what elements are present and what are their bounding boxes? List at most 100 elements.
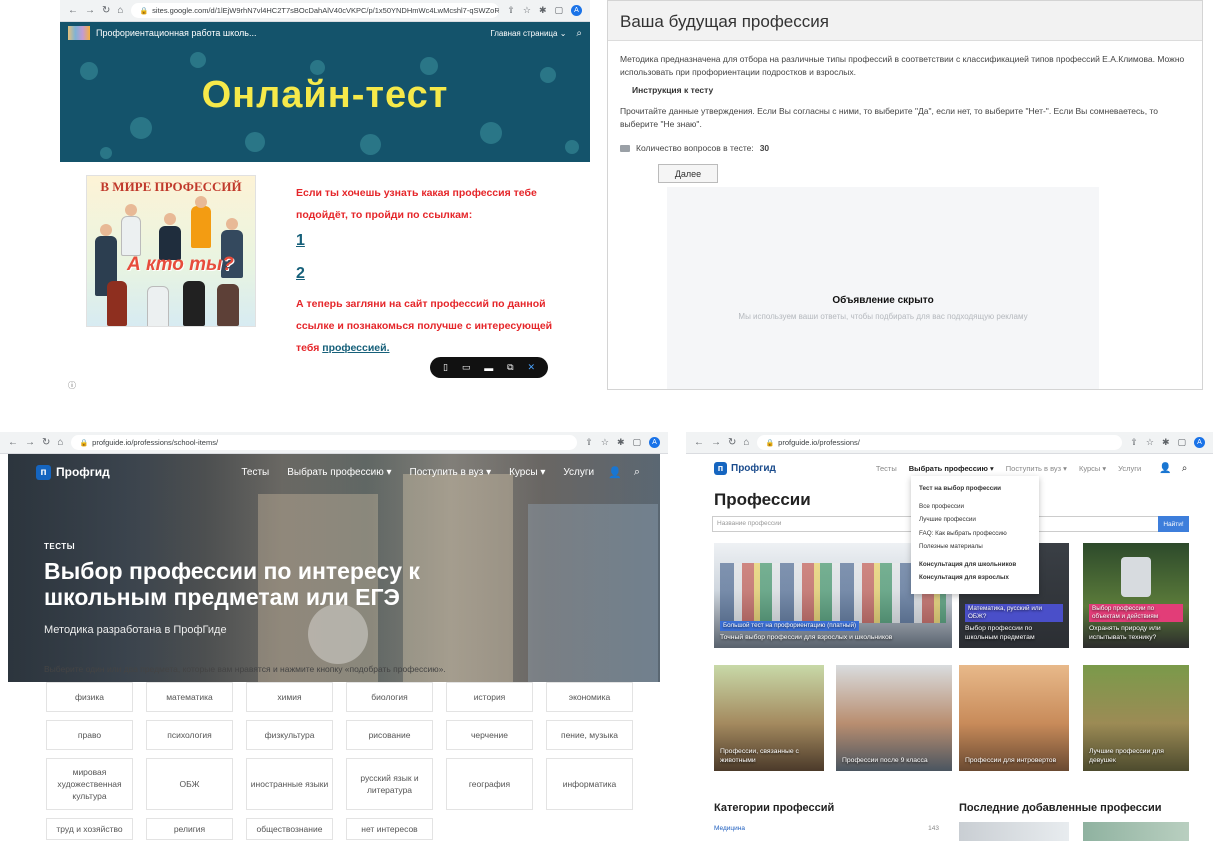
search-icon[interactable]: ⌕ — [576, 28, 582, 39]
test-link-1[interactable]: 1 — [296, 232, 305, 250]
profile-avatar[interactable]: A — [649, 437, 660, 448]
subject-button[interactable]: физика — [46, 682, 133, 712]
info-icon[interactable]: ⓘ — [68, 380, 76, 390]
site-logo[interactable] — [68, 26, 90, 40]
close-icon[interactable]: ✕ — [527, 362, 535, 373]
subject-button[interactable]: ОБЖ — [146, 758, 233, 810]
dropdown-item[interactable]: Все профессии — [919, 500, 1031, 514]
dropdown-item[interactable]: Лучшие профессии — [919, 513, 1031, 527]
home-icon[interactable]: ⌂ — [117, 5, 123, 16]
site-logo[interactable]: п Профгид — [714, 461, 776, 475]
window-icon[interactable]: ▢ — [1177, 437, 1186, 448]
category-row[interactable]: Медицина 143 — [714, 825, 939, 832]
nav-services[interactable]: Услуги — [1118, 464, 1141, 473]
search-button[interactable]: Найти! — [1158, 516, 1189, 532]
subject-button[interactable]: экономика — [546, 682, 633, 712]
forward-icon[interactable]: → — [25, 437, 35, 448]
nav-choose-profession[interactable]: Выбрать профессию ▾ — [287, 467, 391, 478]
subject-button[interactable]: русский язык и литература — [346, 758, 433, 810]
phone-icon[interactable]: ▯ — [443, 362, 448, 373]
subject-button[interactable]: биология — [346, 682, 433, 712]
tablet-icon[interactable]: ▭ — [462, 362, 471, 373]
profile-avatar[interactable]: A — [571, 5, 582, 16]
dropdown-item[interactable]: Тест на выбор профессии — [919, 482, 1031, 496]
window-icon[interactable]: ▢ — [632, 437, 641, 448]
share-icon[interactable]: ⇪ — [1130, 437, 1138, 448]
star-icon[interactable]: ☆ — [1146, 437, 1154, 448]
user-icon[interactable]: 👤 — [608, 466, 622, 479]
latest-profession-thumb[interactable] — [959, 822, 1069, 841]
site-title[interactable]: Профориентационная работа школь... — [96, 28, 490, 38]
share-icon[interactable]: ⇪ — [507, 5, 515, 16]
dropdown-item[interactable]: Консультация для школьников — [919, 558, 1031, 572]
subject-button[interactable]: психология — [146, 720, 233, 750]
subject-button[interactable]: география — [446, 758, 533, 810]
test-link-2[interactable]: 2 — [296, 265, 305, 283]
dropdown-item[interactable]: Консультация для взрослых — [919, 571, 1031, 585]
choose-profession-dropdown: Тест на выбор профессии Все профессии Лу… — [911, 476, 1039, 594]
reload-icon[interactable]: ↻ — [728, 437, 736, 448]
address-bar[interactable]: 🔒 profguide.io/professions/school-items/ — [71, 435, 578, 450]
professions-link[interactable]: профессией. — [322, 342, 389, 354]
extensions-icon[interactable]: ✱ — [539, 5, 547, 16]
nav-university[interactable]: Поступить в вуз ▾ — [410, 467, 492, 478]
share-icon[interactable]: ⇪ — [585, 437, 593, 448]
subject-button[interactable]: рисование — [346, 720, 433, 750]
subject-button[interactable]: информатика — [546, 758, 633, 810]
nav-tests[interactable]: Тесты — [876, 464, 897, 473]
address-bar[interactable]: 🔒 profguide.io/professions/ — [757, 435, 1123, 450]
subject-button[interactable]: право — [46, 720, 133, 750]
subject-button[interactable]: мировая художественная культура — [46, 758, 133, 810]
star-icon[interactable]: ☆ — [523, 5, 531, 16]
subject-button[interactable]: иностранные языки — [246, 758, 333, 810]
back-icon[interactable]: ← — [68, 5, 78, 16]
subject-button[interactable]: нет интересов — [346, 818, 433, 840]
nav-choose-profession[interactable]: Выбрать профессию ▾ — [909, 464, 994, 473]
subject-button[interactable]: физкультура — [246, 720, 333, 750]
dropdown-item[interactable]: Полезные материалы — [919, 540, 1031, 554]
nav-services[interactable]: Услуги — [563, 467, 594, 478]
card-objects-actions[interactable]: Выбор профессии по объектам и действиям О… — [1083, 543, 1189, 648]
dropdown-item[interactable]: FAQ: Как выбрать профессию — [919, 527, 1031, 541]
nav-home-link[interactable]: Главная страница ⌄ — [490, 29, 566, 38]
user-icon[interactable]: 👤 — [1159, 463, 1171, 474]
back-icon[interactable]: ← — [694, 437, 704, 448]
search-icon[interactable]: ⌕ — [1182, 463, 1188, 474]
card-introverts[interactable]: Профессии для интровертов — [959, 665, 1069, 771]
address-bar[interactable]: 🔒 sites.google.com/d/1lEjW9rhN7vl4HC2T7sB… — [131, 3, 500, 18]
back-icon[interactable]: ← — [8, 437, 18, 448]
profile-avatar[interactable]: A — [1194, 437, 1205, 448]
desktop-icon[interactable]: ▬ — [484, 363, 493, 373]
category-name[interactable]: Медицина — [714, 825, 745, 832]
subject-button[interactable]: пение, музыка — [546, 720, 633, 750]
next-button[interactable]: Далее — [658, 164, 718, 183]
subject-button[interactable]: религия — [146, 818, 233, 840]
subject-button[interactable]: математика — [146, 682, 233, 712]
preview-icon[interactable]: ⧉ — [507, 362, 513, 373]
card-after-9th-grade[interactable]: Профессии после 9 класса — [836, 665, 952, 771]
home-icon[interactable]: ⌂ — [57, 437, 63, 448]
reload-icon[interactable]: ↻ — [42, 437, 50, 448]
home-icon[interactable]: ⌂ — [743, 437, 749, 448]
card-girls[interactable]: Лучшие профессии для девушек — [1083, 665, 1189, 771]
nav-university[interactable]: Поступить в вуз ▾ — [1006, 464, 1067, 473]
extensions-icon[interactable]: ✱ — [1162, 437, 1170, 448]
subject-button[interactable]: труд и хозяйство — [46, 818, 133, 840]
window-icon[interactable]: ▢ — [554, 5, 563, 16]
search-icon[interactable]: ⌕ — [634, 466, 640, 479]
subject-button[interactable]: история — [446, 682, 533, 712]
site-logo[interactable]: п Профгид — [36, 464, 110, 480]
latest-profession-thumb[interactable] — [1083, 822, 1189, 841]
nav-courses[interactable]: Курсы ▾ — [509, 467, 545, 478]
forward-icon[interactable]: → — [85, 5, 95, 16]
forward-icon[interactable]: → — [711, 437, 721, 448]
nav-courses[interactable]: Курсы ▾ — [1079, 464, 1106, 473]
nav-tests[interactable]: Тесты — [241, 467, 269, 478]
subject-button[interactable]: обществознание — [246, 818, 333, 840]
subject-button[interactable]: химия — [246, 682, 333, 712]
extensions-icon[interactable]: ✱ — [617, 437, 625, 448]
card-animals[interactable]: Профессии, связанные с животными — [714, 665, 824, 771]
reload-icon[interactable]: ↻ — [102, 5, 110, 16]
subject-button[interactable]: черчение — [446, 720, 533, 750]
star-icon[interactable]: ☆ — [601, 437, 609, 448]
